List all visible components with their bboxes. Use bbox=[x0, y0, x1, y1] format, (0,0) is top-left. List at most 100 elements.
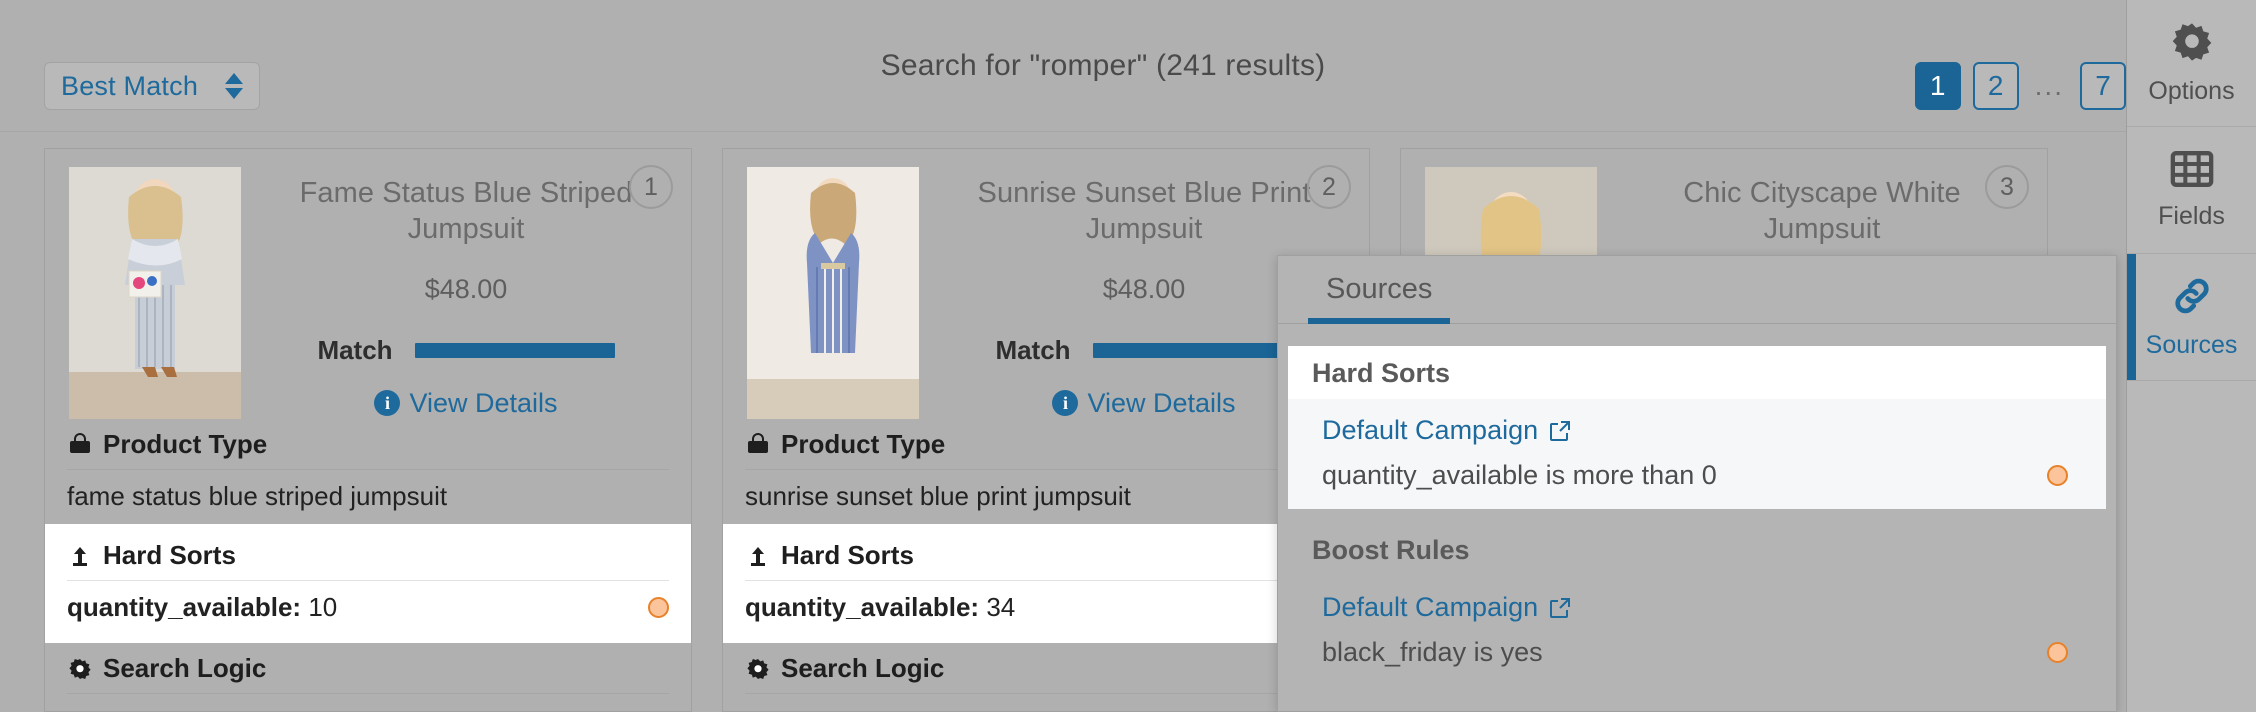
attribute-section-product-type: Product Type fame status blue striped ju… bbox=[45, 419, 691, 524]
rail-item-label: Fields bbox=[2158, 202, 2225, 231]
info-icon: i bbox=[374, 390, 400, 416]
card-rank-badge: 3 bbox=[1985, 165, 2029, 209]
link-chain-icon bbox=[2169, 274, 2215, 323]
match-bar bbox=[1093, 343, 1293, 358]
external-link-icon bbox=[1548, 419, 1572, 443]
tab-sources[interactable]: Sources bbox=[1308, 273, 1450, 324]
status-dot-orange bbox=[2047, 465, 2068, 486]
attribute-key: quantity_available: bbox=[67, 592, 301, 622]
sort-select[interactable]: Best Match bbox=[44, 62, 260, 110]
source-item: Default Campaign black_friday is yes bbox=[1288, 576, 2106, 686]
product-title: Sunrise Sunset Blue Print Jumpsuit bbox=[945, 175, 1343, 248]
result-card[interactable]: 2 bbox=[722, 148, 1370, 712]
product-title: Fame Status Blue Striped Jumpsuit bbox=[267, 175, 665, 248]
source-item: Default Campaign quantity_available is m… bbox=[1288, 399, 2106, 509]
external-link-icon bbox=[1548, 596, 1572, 620]
result-card[interactable]: 1 bbox=[44, 148, 692, 712]
attribute-section-hard-sorts: Hard Sorts quantity_available: 34 bbox=[723, 524, 1369, 643]
panel-body: Hard Sorts Default Campaign quantity_ava… bbox=[1278, 324, 2116, 686]
attribute-section-product-type: Product Type sunrise sunset blue print j… bbox=[723, 419, 1369, 524]
attribute-heading: Search Logic bbox=[745, 643, 1347, 694]
sources-panel: Sources Hard Sorts Default Campaign quan… bbox=[1277, 255, 2117, 712]
attribute-heading-label: Hard Sorts bbox=[103, 540, 236, 571]
product-price: $48.00 bbox=[267, 274, 665, 305]
status-dot-orange bbox=[2047, 642, 2068, 663]
info-icon: i bbox=[1052, 390, 1078, 416]
source-group-title: Hard Sorts bbox=[1288, 346, 2106, 399]
source-rule: quantity_available is more than 0 bbox=[1312, 460, 2082, 491]
view-details-link[interactable]: i View Details bbox=[267, 388, 665, 419]
sort-select-value: Best Match bbox=[61, 71, 225, 102]
attribute-row: fame status blue striped jumpsuit bbox=[67, 470, 669, 524]
rail-item-sources[interactable]: Sources bbox=[2127, 254, 2256, 381]
attribute-heading-label: Product Type bbox=[781, 429, 945, 460]
panel-tab-bar: Sources bbox=[1278, 256, 2116, 324]
match-label: Match bbox=[995, 335, 1070, 366]
rail-item-label: Options bbox=[2148, 77, 2234, 106]
spinner-up-down-icon bbox=[225, 71, 243, 101]
card-rank-badge: 2 bbox=[1307, 165, 1351, 209]
table-icon bbox=[2170, 149, 2214, 194]
match-bar bbox=[415, 343, 615, 358]
campaign-link[interactable]: Default Campaign bbox=[1312, 586, 2082, 637]
attribute-key: quantity_available: bbox=[745, 592, 979, 622]
attribute-heading: Product Type bbox=[745, 419, 1347, 470]
attribute-heading: Hard Sorts bbox=[745, 530, 1347, 581]
page-button-7[interactable]: 7 bbox=[2080, 62, 2126, 110]
page-button-1[interactable]: 1 bbox=[1915, 62, 1961, 110]
gear-icon bbox=[745, 656, 771, 682]
product-title: Chic Cityscape White Jumpsuit bbox=[1623, 175, 2021, 248]
source-rule: black_friday is yes bbox=[1312, 637, 2082, 668]
source-rule-text: black_friday is yes bbox=[1322, 637, 1543, 668]
campaign-link-label: Default Campaign bbox=[1322, 415, 1538, 446]
view-details-label: View Details bbox=[409, 388, 557, 419]
source-group-boost-rules: Boost Rules Default Campaign black_frida… bbox=[1288, 523, 2106, 686]
attribute-row: quantity_available: 10 bbox=[67, 581, 669, 635]
status-dot-orange bbox=[648, 597, 669, 618]
attribute-value: fame status blue striped jumpsuit bbox=[67, 481, 447, 512]
rail-item-label: Sources bbox=[2146, 331, 2238, 360]
right-rail: Options Fields Sources bbox=[2126, 0, 2256, 712]
source-rule-text: quantity_available is more than 0 bbox=[1322, 460, 1717, 491]
gear-icon bbox=[2170, 20, 2214, 69]
view-details-label: View Details bbox=[1087, 388, 1235, 419]
rail-item-fields[interactable]: Fields bbox=[2127, 127, 2256, 254]
attribute-row: sunrise sunset blue print jumpsuit bbox=[745, 470, 1347, 524]
card-info: Fame Status Blue Striped Jumpsuit $48.00… bbox=[241, 167, 691, 419]
app-root: Search for "romper" (241 results) Best M… bbox=[0, 0, 2256, 712]
rail-item-options[interactable]: Options bbox=[2127, 0, 2256, 127]
gear-icon bbox=[67, 656, 93, 682]
product-image[interactable] bbox=[69, 167, 241, 419]
attribute-value: 10 bbox=[308, 592, 337, 622]
attribute-heading-label: Product Type bbox=[103, 429, 267, 460]
attribute-value: 34 bbox=[986, 592, 1015, 622]
attribute-row: quantity_available: 34 bbox=[745, 581, 1347, 635]
attribute-heading: Hard Sorts bbox=[67, 530, 669, 581]
match-label: Match bbox=[317, 335, 392, 366]
attribute-heading-label: Search Logic bbox=[103, 653, 266, 684]
attribute-heading-label: Search Logic bbox=[781, 653, 944, 684]
page-ellipsis: ... bbox=[2031, 72, 2068, 100]
attribute-section-search-logic: Search Logic bbox=[45, 643, 691, 694]
attribute-section-hard-sorts: Hard Sorts quantity_available: 10 bbox=[45, 524, 691, 643]
attribute-heading-label: Hard Sorts bbox=[781, 540, 914, 571]
sort-up-icon bbox=[67, 543, 93, 569]
source-group-hard-sorts: Hard Sorts Default Campaign quantity_ava… bbox=[1288, 346, 2106, 509]
attribute-heading: Search Logic bbox=[67, 643, 669, 694]
source-group-title: Boost Rules bbox=[1288, 523, 2106, 576]
page-button-2[interactable]: 2 bbox=[1973, 62, 2019, 110]
attribute-section-search-logic: Search Logic bbox=[723, 643, 1369, 694]
card-rank-badge: 1 bbox=[629, 165, 673, 209]
bag-icon bbox=[67, 432, 93, 458]
campaign-link[interactable]: Default Campaign bbox=[1312, 409, 2082, 460]
attribute-heading: Product Type bbox=[67, 419, 669, 470]
page-title: Search for "romper" (241 results) bbox=[0, 0, 2206, 132]
campaign-link-label: Default Campaign bbox=[1322, 592, 1538, 623]
card-header: 2 bbox=[723, 149, 1369, 419]
bag-icon bbox=[745, 432, 771, 458]
product-image[interactable] bbox=[747, 167, 919, 419]
sort-up-icon bbox=[745, 543, 771, 569]
top-bar: Search for "romper" (241 results) Best M… bbox=[0, 0, 2206, 132]
pagination: 1 2 ... 7 bbox=[1915, 62, 2126, 110]
match-row: Match bbox=[267, 335, 665, 366]
